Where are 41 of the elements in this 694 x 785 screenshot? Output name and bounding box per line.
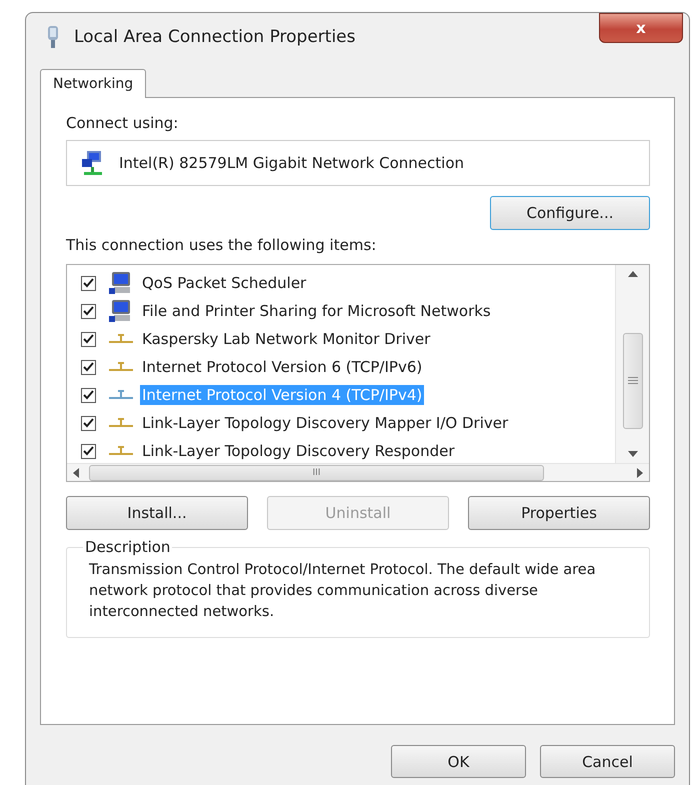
item-button[interactable]: Properties <box>468 496 650 530</box>
checkbox[interactable] <box>81 360 96 374</box>
configure-button[interactable]: Configure... <box>490 196 650 230</box>
connect-using-label: Connect using: <box>66 114 180 132</box>
window-title: Local Area Connection Properties <box>74 27 356 47</box>
horizontal-scrollbar[interactable]: III <box>67 463 649 481</box>
network-protocol-icon <box>108 445 134 457</box>
close-button[interactable]: x <box>599 13 683 43</box>
network-adapter-icon <box>81 150 105 176</box>
tab[interactable]: Networking <box>40 69 146 98</box>
network-protocol-icon <box>108 417 134 429</box>
item-button[interactable]: Install... <box>66 496 248 530</box>
network-protocol-icon <box>108 389 134 401</box>
scroll-thumb[interactable] <box>622 333 642 429</box>
description-text: Transmission Control Protocol/Internet Protocol. The default wide area network protocol that provides communication across diverse interconnected networks. <box>89 561 597 622</box>
adapter-name: Intel(R) 82579LM Gigabit Network Connection <box>119 154 464 172</box>
checkbox[interactable] <box>81 444 96 458</box>
network-plug-icon <box>46 25 60 49</box>
list-item[interactable]: QoS Packet Scheduler <box>140 273 308 293</box>
network-protocol-icon <box>108 361 134 373</box>
checkbox[interactable] <box>81 276 96 290</box>
scroll-left-icon[interactable] <box>73 468 79 478</box>
list-item[interactable]: File and Printer Sharing for Microsoft Networks <box>140 301 493 321</box>
vertical-scrollbar[interactable] <box>615 265 649 463</box>
list-item[interactable]: Link-Layer Topology Discovery Responder <box>140 441 457 461</box>
checkbox[interactable] <box>81 388 96 402</box>
checkbox[interactable] <box>81 332 96 346</box>
description-title: Description <box>84 538 172 556</box>
checkbox[interactable] <box>81 304 96 318</box>
list-item[interactable]: Kaspersky Lab Network Monitor Driver <box>140 329 432 349</box>
scroll-down-icon[interactable] <box>628 451 638 457</box>
scroll-right-icon[interactable] <box>637 468 643 478</box>
network-protocol-icon <box>108 333 134 345</box>
list-item[interactable]: Link-Layer Topology Discovery Mapper I/O Driver <box>140 413 510 433</box>
checkbox[interactable] <box>81 416 96 430</box>
dialog-button[interactable]: Cancel <box>540 745 675 778</box>
dialog-button[interactable]: OK <box>391 745 526 778</box>
items-label: This connection uses the following items: <box>66 236 378 254</box>
list-item[interactable]: Internet Protocol Version 6 (TCP/IPv6) <box>140 357 424 377</box>
scroll-up-icon[interactable] <box>628 271 638 277</box>
scroll-grip[interactable]: III <box>312 468 320 478</box>
